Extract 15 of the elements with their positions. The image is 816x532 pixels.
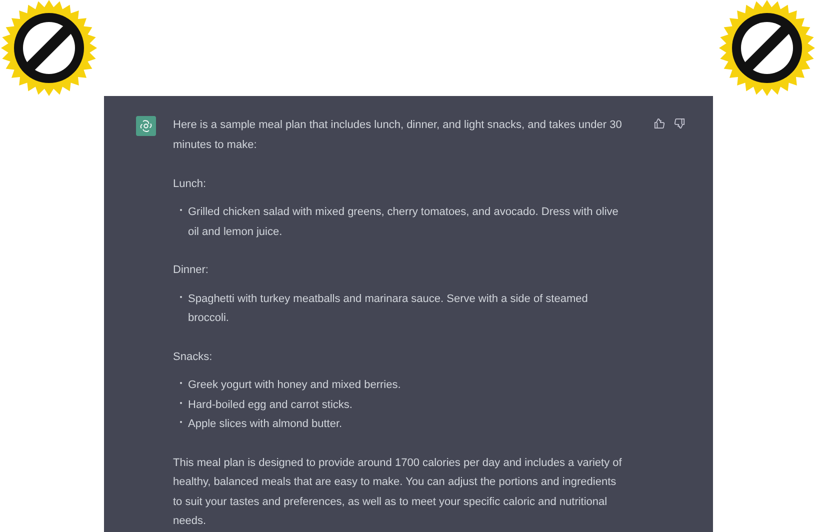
- list-item-text: Spaghetti with turkey meatballs and marinara sauce. Serve with a side of steamed broccoli.: [188, 292, 589, 326]
- prohibition-sign-icon: [0, 0, 98, 96]
- thumbs-up-icon[interactable]: [654, 118, 665, 129]
- prohibition-sign-icon: [718, 0, 816, 96]
- section-heading: Lunch:: [173, 176, 208, 192]
- list-item-text: Greek yogurt with honey and mixed berries.: [188, 378, 401, 393]
- message-text: This meal plan is designed to provide around 1700 calories per day and includes a variety of healthy, balanced meals that are easy to make. You can adjust the portions and ingredients to suit your tastes and preferences, as well as to meet your specific caloric and nutritional needs.: [173, 456, 623, 529]
- list-item-text: Apple slices with almond butter.: [188, 417, 342, 432]
- section-heading: Dinner:: [173, 263, 210, 278]
- message-text: Here is a sample meal plan that includes lunch, dinner, and light snacks, and takes under 30 minutes to make:: [173, 118, 623, 152]
- list-item-text: Hard-boiled egg and carrot sticks.: [188, 398, 352, 412]
- thumbs-down-icon[interactable]: [674, 118, 685, 129]
- assistant-avatar-icon: [136, 116, 156, 136]
- list-item-text: Grilled chicken salad with mixed greens, cherry tomatoes, and avocado. Dress with olive oil and lemon juice.: [188, 205, 620, 240]
- section-heading: Snacks:: [173, 350, 214, 364]
